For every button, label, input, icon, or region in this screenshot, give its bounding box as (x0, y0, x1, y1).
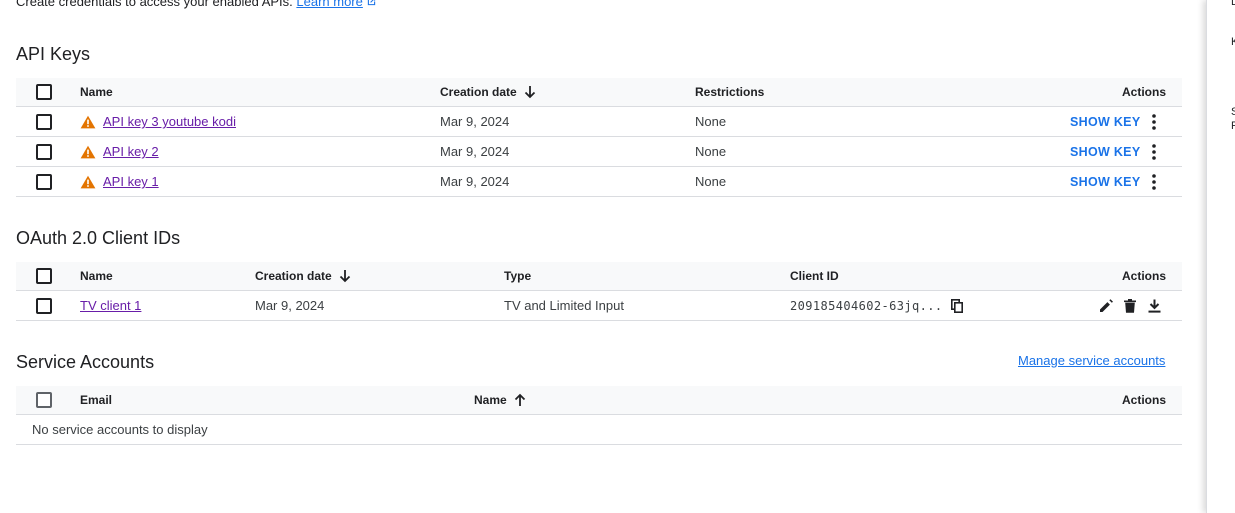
table-row: API key 3 youtube kodi Mar 9, 2024 None … (16, 107, 1182, 137)
side-panel-text: F (1231, 120, 1235, 132)
api-keys-table: Name Creation date Restrictions Actions … (16, 78, 1182, 197)
row-checkbox[interactable] (36, 173, 52, 190)
table-header: Name Creation date Restrictions Actions (16, 78, 1182, 107)
column-header-creation-date[interactable]: Creation date (440, 78, 536, 106)
oauth-clients-title: OAuth 2.0 Client IDs (16, 228, 181, 248)
restrictions-value: None (695, 114, 727, 129)
oauth-clients-table: Name Creation date Type Client ID Action… (16, 262, 1182, 321)
column-header-label: Creation date (255, 269, 332, 283)
creation-date: Mar 9, 2024 (440, 174, 510, 189)
arrow-down-icon[interactable] (524, 85, 536, 99)
api-key-name-link[interactable]: API key 3 youtube kodi (103, 114, 236, 129)
table-row: API key 1 Mar 9, 2024 None SHOW KEY (16, 167, 1182, 197)
arrow-up-icon[interactable] (514, 393, 526, 407)
column-header-label: Creation date (440, 85, 517, 99)
column-header-actions: Actions (1121, 393, 1166, 407)
row-checkbox[interactable] (36, 297, 52, 314)
download-icon[interactable] (1142, 294, 1166, 318)
external-link-icon (366, 0, 377, 10)
api-keys-title: API Keys (16, 44, 91, 64)
learn-more-link[interactable]: Learn more (296, 0, 362, 9)
restrictions-value: None (695, 174, 727, 189)
side-panel-text: S (1231, 106, 1235, 118)
intro-text: Create credentials to access your enable… (16, 0, 377, 10)
column-header-actions: Actions (1121, 85, 1166, 99)
select-all-checkbox[interactable] (36, 84, 52, 100)
oauth-client-name-link[interactable]: TV client 1 (80, 298, 141, 313)
row-checkbox[interactable] (36, 143, 52, 160)
client-id-value: 209185404602-63jq... (790, 298, 943, 313)
intro-description: Create credentials to access your enable… (16, 0, 293, 9)
table-row: TV client 1 Mar 9, 2024 TV and Limited I… (16, 291, 1182, 321)
column-header-label: Name (474, 393, 507, 407)
api-key-name-link[interactable]: API key 2 (103, 144, 159, 159)
show-key-button[interactable]: SHOW KEY (1070, 175, 1140, 189)
row-checkbox[interactable] (36, 113, 52, 130)
empty-state-text: No service accounts to display (32, 422, 208, 437)
copy-icon[interactable] (945, 294, 969, 318)
select-all-checkbox[interactable] (36, 392, 52, 408)
column-header-name[interactable]: Name (80, 78, 113, 106)
column-header-actions: Actions (1121, 269, 1166, 283)
more-vert-icon[interactable] (1149, 143, 1159, 160)
column-header-name[interactable]: Name (474, 386, 526, 414)
warning-icon (80, 115, 96, 129)
manage-service-accounts-link[interactable]: Manage service accounts (1018, 353, 1165, 368)
warning-icon (80, 145, 96, 159)
select-all-checkbox[interactable] (36, 268, 52, 284)
service-accounts-title: Service Accounts (16, 352, 155, 372)
restrictions-value: None (695, 144, 727, 159)
column-header-creation-date[interactable]: Creation date (255, 262, 351, 290)
column-header-restrictions: Restrictions (695, 85, 765, 99)
client-type: TV and Limited Input (504, 298, 624, 313)
column-header-email[interactable]: Email (80, 386, 112, 414)
table-header: Email Name Actions (16, 386, 1182, 415)
side-panel: L K S F (1206, 0, 1235, 513)
creation-date: Mar 9, 2024 (255, 298, 325, 313)
service-accounts-table: Email Name Actions No service accounts t… (16, 386, 1182, 445)
more-vert-icon[interactable] (1149, 173, 1159, 190)
show-key-button[interactable]: SHOW KEY (1070, 115, 1140, 129)
side-panel-text: K (1231, 36, 1235, 48)
edit-icon[interactable] (1094, 294, 1118, 318)
column-header-type[interactable]: Type (504, 262, 531, 290)
column-header-name[interactable]: Name (80, 262, 113, 290)
table-row: API key 2 Mar 9, 2024 None SHOW KEY (16, 137, 1182, 167)
show-key-button[interactable]: SHOW KEY (1070, 145, 1140, 159)
warning-icon (80, 175, 96, 189)
arrow-down-icon[interactable] (339, 269, 351, 283)
delete-icon[interactable] (1118, 294, 1142, 318)
side-panel-text: L (1231, 0, 1235, 8)
empty-row: No service accounts to display (16, 415, 1182, 445)
table-header: Name Creation date Type Client ID Action… (16, 262, 1182, 291)
column-header-client-id[interactable]: Client ID (790, 262, 839, 290)
api-key-name-link[interactable]: API key 1 (103, 174, 159, 189)
creation-date: Mar 9, 2024 (440, 144, 510, 159)
more-vert-icon[interactable] (1149, 113, 1159, 130)
creation-date: Mar 9, 2024 (440, 114, 510, 129)
